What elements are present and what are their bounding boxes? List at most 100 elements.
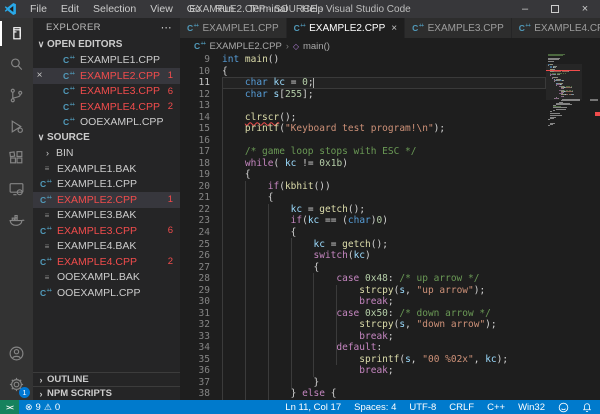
code-line-17[interactable]: 17 /* game loop stops with ESC */ (180, 146, 600, 158)
menu-selection[interactable]: Selection (86, 0, 143, 18)
menu-go[interactable]: Go (180, 0, 208, 18)
code-line-11[interactable]: 11 char kc = 0; (180, 77, 600, 89)
line-number[interactable]: 31 (180, 308, 210, 320)
menu-edit[interactable]: Edit (54, 0, 86, 18)
line-number[interactable]: 29 (180, 285, 210, 297)
line-number[interactable]: 36 (180, 365, 210, 377)
line-number[interactable]: 23 (180, 215, 210, 227)
line-number[interactable]: 12 (180, 89, 210, 101)
line-number[interactable]: 38 (180, 388, 210, 400)
tree-item-example2.cpp[interactable]: C ++ EXAMPLE2.CPP 1 (33, 192, 180, 208)
tree-item-example1.cpp[interactable]: C ++ EXAMPLE1.CPP (33, 177, 180, 193)
open-editor-example3.cpp[interactable]: C ++ EXAMPLE3.CPP 6 (33, 84, 180, 100)
minimap[interactable] (546, 54, 600, 400)
overview-ruler[interactable] (588, 54, 600, 400)
code-line-9[interactable]: 9 int main() (180, 54, 600, 66)
line-number[interactable]: 15 (180, 123, 210, 135)
line-number[interactable]: 25 (180, 239, 210, 251)
activity-remote-explorer[interactable] (0, 173, 33, 204)
code-line-36[interactable]: 36 break; (180, 365, 600, 377)
line-number[interactable]: 21 (180, 192, 210, 204)
code-line-27[interactable]: 27 { (180, 262, 600, 274)
open-editor-example1.cpp[interactable]: C ++ EXAMPLE1.CPP (33, 53, 180, 69)
tree-item-ooexampl.cpp[interactable]: C ++ OOEXAMPL.CPP (33, 285, 180, 301)
code-line-29[interactable]: 29 strcpy(s, "up arrow"); (180, 285, 600, 297)
tree-item-example3.cpp[interactable]: C ++ EXAMPLE3.CPP 6 (33, 223, 180, 239)
code-line-16[interactable]: 16 (180, 135, 600, 147)
tree-item-example1.bak[interactable]: ≡ EXAMPLE1.BAK (33, 161, 180, 177)
breadcrumb-symbol[interactable]: main() (303, 41, 330, 52)
code-line-13[interactable]: 13 (180, 100, 600, 112)
code-line-35[interactable]: 35 sprintf(s, "00 %02x", kc); (180, 354, 600, 366)
activity-source-control[interactable] (0, 80, 33, 111)
line-number[interactable]: 9 (180, 54, 210, 66)
breadcrumb-file[interactable]: EXAMPLE2.CPP (209, 41, 281, 52)
code-line-22[interactable]: 22 kc = getch(); (180, 204, 600, 216)
activity-account[interactable] (0, 338, 33, 369)
line-number[interactable]: 34 (180, 342, 210, 354)
line-number[interactable]: 22 (180, 204, 210, 216)
line-number[interactable]: 14 (180, 112, 210, 124)
code-line-19[interactable]: 19 { (180, 169, 600, 181)
activity-docker[interactable] (0, 204, 33, 235)
status-cursor-position[interactable]: Ln 11, Col 17 (285, 402, 341, 413)
status-indentation[interactable]: Spaces: 4 (354, 402, 396, 413)
code-line-10[interactable]: 10 { (180, 66, 600, 78)
tab-close-icon[interactable]: × (391, 23, 397, 34)
code-line-38[interactable]: 38 } else { (180, 388, 600, 400)
status-platform[interactable]: Win32 (518, 402, 545, 413)
code-line-30[interactable]: 30 break; (180, 296, 600, 308)
tree-item-ooexampl.bak[interactable]: ≡ OOEXAMPL.BAK (33, 270, 180, 286)
line-number[interactable]: 11 (180, 77, 210, 89)
code-line-28[interactable]: 28 case 0x48: /* up arrow */ (180, 273, 600, 285)
code-line-34[interactable]: 34 default: (180, 342, 600, 354)
line-number[interactable]: 10 (180, 66, 210, 78)
code-line-20[interactable]: 20 if(kbhit()) (180, 181, 600, 193)
code-line-32[interactable]: 32 strcpy(s, "down arrow"); (180, 319, 600, 331)
code-line-25[interactable]: 25 kc = getch(); (180, 239, 600, 251)
explorer-more-icon[interactable]: ⋯ (161, 21, 172, 34)
activity-search[interactable] (0, 49, 33, 80)
tab-example4.cpp[interactable]: C++EXAMPLE4.CPP (511, 18, 600, 38)
line-number[interactable]: 17 (180, 146, 210, 158)
panel-outline[interactable]: › OUTLINE (33, 372, 180, 386)
open-editor-ooexampl.cpp[interactable]: C ++ OOEXAMPL.CPP (33, 115, 180, 131)
code-line-37[interactable]: 37 } (180, 377, 600, 389)
code-line-24[interactable]: 24 { (180, 227, 600, 239)
close-icon[interactable]: × (33, 70, 46, 81)
line-number[interactable]: 28 (180, 273, 210, 285)
code-line-23[interactable]: 23 if(kc == (char)0) (180, 215, 600, 227)
tab-example2.cpp[interactable]: C ++ EXAMPLE2.CPP × (286, 18, 406, 38)
tree-item-example4.cpp[interactable]: C ++ EXAMPLE4.CPP 2 (33, 254, 180, 270)
tab-example1.cpp[interactable]: C ++ EXAMPLE1.CPP (180, 18, 287, 38)
bell-notification-icon[interactable] (582, 402, 592, 413)
line-number[interactable]: 30 (180, 296, 210, 308)
menu-file[interactable]: File (23, 0, 54, 18)
activity-run-debug[interactable] (0, 111, 33, 142)
code-line-21[interactable]: 21 { (180, 192, 600, 204)
menu-view[interactable]: View (143, 0, 180, 18)
close-button[interactable]: × (570, 0, 600, 18)
section-source[interactable]: ∨ SOURCE (33, 130, 180, 146)
tree-item-example4.bak[interactable]: ≡ EXAMPLE4.BAK (33, 239, 180, 255)
tab-example3.cpp[interactable]: C ++ EXAMPLE3.CPP (405, 18, 512, 38)
line-number[interactable]: 27 (180, 262, 210, 274)
tree-item-example3.bak[interactable]: ≡ EXAMPLE3.BAK (33, 208, 180, 224)
line-number[interactable]: 32 (180, 319, 210, 331)
line-number[interactable]: 37 (180, 377, 210, 389)
status-language-mode[interactable]: C++ (487, 402, 505, 413)
maximize-button[interactable] (540, 0, 570, 18)
line-number[interactable]: 16 (180, 135, 210, 147)
code-line-31[interactable]: 31 case 0x50: /* down arrow */ (180, 308, 600, 320)
menu-terminal[interactable]: Terminal (241, 0, 295, 18)
open-editor-example2.cpp[interactable]: × C ++ EXAMPLE2.CPP 1 (33, 68, 180, 84)
activity-settings[interactable]: 1 (0, 369, 33, 400)
feedback-smiley-icon[interactable] (558, 402, 569, 413)
code-line-14[interactable]: 14 clrscr(); (180, 112, 600, 124)
menu-help[interactable]: Help (295, 0, 331, 18)
code-line-18[interactable]: 18 while( kc != 0x1b) (180, 158, 600, 170)
activity-explorer[interactable] (0, 18, 33, 49)
code-line-33[interactable]: 33 break; (180, 331, 600, 343)
tree-item-bin[interactable]: › BIN (33, 146, 180, 162)
remote-indicator[interactable]: >< (0, 400, 19, 414)
